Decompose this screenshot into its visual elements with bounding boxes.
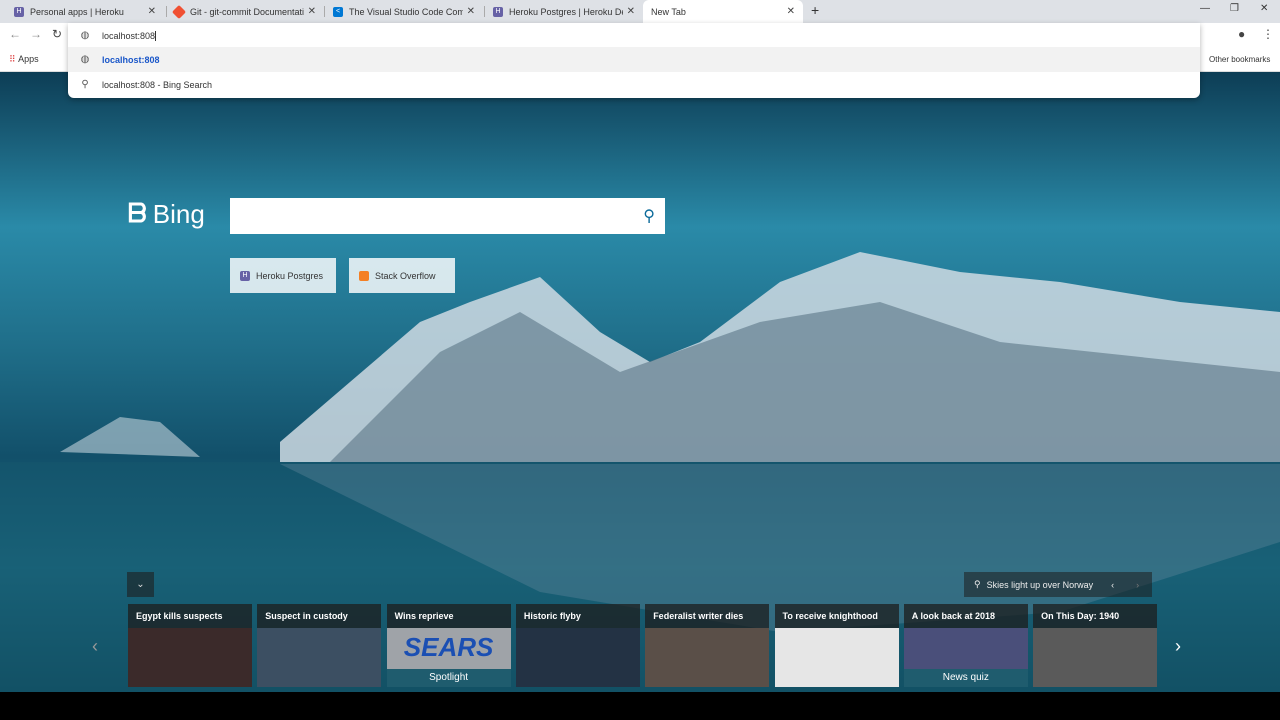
other-bookmarks[interactable]: Other bookmarks [1209,55,1270,64]
tab-title: Git - git-commit Documentation [190,6,304,17]
address-bar[interactable]: ◍ localhost:808 [68,23,1200,48]
news-card[interactable]: Wins reprieve SEARS Spotlight [386,604,511,687]
news-caption: News quiz [903,669,1028,687]
background-image [0,72,1280,692]
news-title: To receive knighthood [782,611,878,621]
apps-label: Apps [18,54,39,64]
bookmark-apps[interactable]: ⠿ Apps [9,54,39,65]
news-card[interactable]: On This Day: 1940 [1033,604,1158,687]
tab-title: New Tab [651,6,686,17]
news-card[interactable]: To receive knighthood [774,604,899,687]
tab-heroku-postgres[interactable]: H Heroku Postgres | Heroku Dev Ce ✕ [485,0,643,23]
news-card[interactable]: Egypt kills suspects [128,604,252,687]
news-image [128,628,252,687]
vscode-icon: < [333,6,343,17]
collapse-news-button[interactable]: ⌄ [127,572,154,597]
bing-logo[interactable]: ᗷ Bing [128,198,205,230]
news-title: Suspect in custody [265,611,348,621]
forward-icon[interactable]: → [30,27,42,41]
prev-image-button[interactable]: ‹ [1111,580,1114,590]
omnibox-dropdown: ◍ localhost:808 ◍ localhost:808 ⚲ localhost… [68,23,1200,98]
close-icon[interactable]: ✕ [627,6,635,17]
news-title: Wins reprieve [394,611,454,621]
chevron-down-icon: ⌄ [136,579,145,590]
heroku-icon: H [493,6,503,17]
git-icon [171,4,187,19]
back-icon[interactable]: ← [9,27,21,41]
address-input[interactable]: localhost:808 [102,31,155,41]
tab-new-tab[interactable]: New Tab ✕ [643,0,803,23]
tab-personal-apps[interactable]: H Personal apps | Heroku ✕ [6,0,164,23]
news-title: Egypt kills suspects [136,611,223,621]
tab-strip: H Personal apps | Heroku ✕ Git - git-commi… [0,0,1280,23]
news-image [774,628,899,687]
search-input[interactable] [230,198,630,234]
close-window-button[interactable]: ✕ [1260,3,1268,14]
image-info[interactable]: ⚲ Skies light up over Norway ‹ › [964,572,1152,597]
news-image [257,628,382,687]
bing-b-icon: ᗷ [128,198,147,228]
news-title: Historic flyby [523,611,581,621]
close-icon[interactable]: ✕ [467,6,475,17]
news-card[interactable]: Suspect in custody [257,604,382,687]
suggestion-text: localhost:808 - Bing Search [102,79,213,90]
search-icon[interactable]: ⚲ [643,206,655,226]
suggestion-item[interactable]: ⚲ localhost:808 - Bing Search [68,72,1200,97]
heroku-icon: H [14,6,24,17]
close-icon[interactable]: ✕ [787,6,795,17]
news-image-text: SEARS [403,632,494,662]
tab-title: The Visual Studio Code Comman [349,6,463,17]
reload-icon[interactable]: ↻ [52,27,62,41]
search-icon: ⚲ [81,79,89,90]
suggestion-text: localhost:808 [102,54,160,65]
taskbar [0,692,1280,720]
news-card[interactable]: A look back at 2018 News quiz [903,604,1028,687]
news-image [1033,628,1158,687]
tab-title: Heroku Postgres | Heroku Dev Ce [509,6,623,17]
profile-icon[interactable]: ● [1238,27,1245,41]
news-prev-arrow[interactable]: ‹ [92,636,98,657]
mountain-landscape [0,252,1280,692]
apps-grid-icon: ⠿ [9,54,16,64]
bing-search-box: ⚲ [230,198,665,234]
news-title: A look back at 2018 [911,611,996,621]
news-image [515,628,640,687]
quick-link-heroku-postgres[interactable]: H Heroku Postgres [230,258,336,293]
tab-git-commit[interactable]: Git - git-commit Documentation ✕ [166,0,324,23]
next-image-button[interactable]: › [1136,580,1139,590]
minimize-button[interactable]: — [1200,3,1210,14]
menu-icon[interactable]: ⋮ [1262,27,1274,41]
suggestion-item[interactable]: ◍ localhost:808 [68,47,1200,72]
restore-button[interactable]: ❐ [1230,3,1239,14]
tab-vscode[interactable]: < The Visual Studio Code Comman ✕ [325,0,483,23]
globe-icon: ◍ [80,54,90,65]
heroku-icon: H [240,270,250,281]
close-icon[interactable]: ✕ [148,6,156,17]
location-pin-icon: ⚲ [974,579,981,589]
new-tab-button[interactable]: + [811,2,819,18]
stackoverflow-icon [359,270,369,281]
news-next-arrow[interactable]: › [1175,636,1181,657]
tab-title: Personal apps | Heroku [30,6,124,17]
news-card[interactable]: Historic flyby [515,604,640,687]
quick-link-stack-overflow[interactable]: Stack Overflow [349,258,455,293]
news-caption: Spotlight [386,669,511,687]
globe-icon: ◍ [80,30,90,41]
close-icon[interactable]: ✕ [308,6,316,17]
news-image [645,628,770,687]
quick-link-label: Stack Overflow [375,270,436,281]
image-location-text: Skies light up over Norway [986,579,1094,590]
news-title: On This Day: 1940 [1041,611,1120,621]
news-title: Federalist writer dies [653,611,744,621]
quick-link-label: Heroku Postgres [256,270,324,281]
bing-logo-text: Bing [152,198,205,229]
news-card[interactable]: Federalist writer dies [645,604,770,687]
